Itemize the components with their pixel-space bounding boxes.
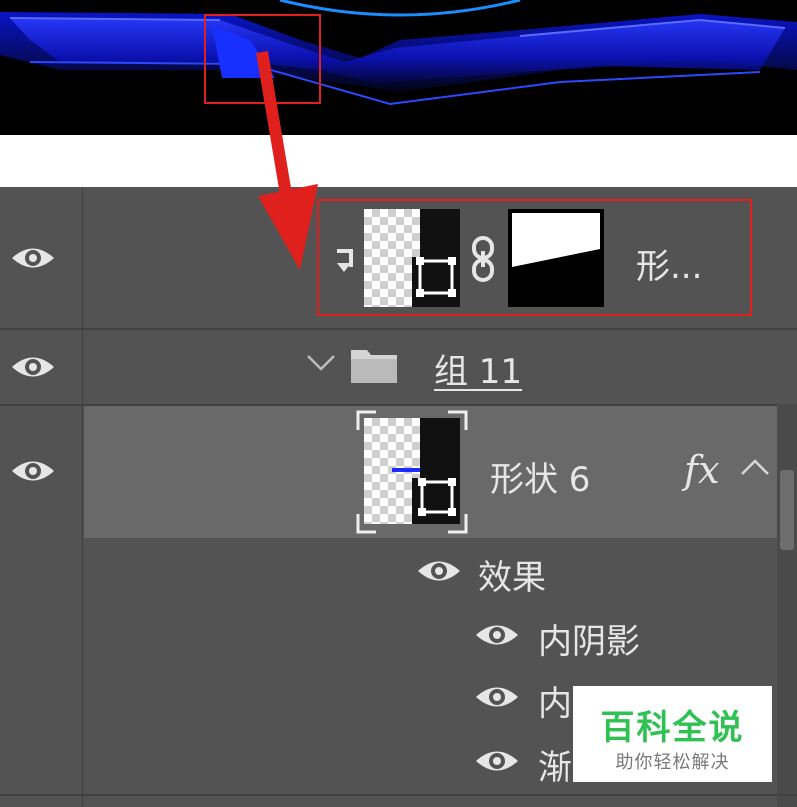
eye-icon[interactable] bbox=[474, 620, 520, 650]
chevron-up-icon[interactable] bbox=[740, 458, 770, 476]
effect-item-row[interactable]: 内阴影 bbox=[0, 604, 797, 666]
layer-name[interactable]: 形状 6 bbox=[490, 452, 590, 501]
selection-corners-icon bbox=[356, 410, 468, 534]
eye-icon[interactable] bbox=[10, 352, 56, 382]
row-divider bbox=[0, 794, 797, 796]
layer-row-group[interactable]: 组 11 bbox=[0, 330, 797, 404]
effect-item-label[interactable]: 渐 bbox=[538, 740, 572, 789]
watermark-title: 百科全说 bbox=[600, 708, 745, 748]
watermark-badge: 百科全说 助你轻松解决 bbox=[573, 686, 772, 782]
effects-header: 效果 bbox=[478, 558, 546, 598]
blue-shape-artwork bbox=[0, 0, 797, 135]
separator-space bbox=[0, 135, 797, 187]
canvas-preview bbox=[0, 0, 797, 135]
group-name[interactable]: 组 11 bbox=[434, 344, 522, 393]
eye-icon[interactable] bbox=[10, 243, 56, 273]
eye-icon[interactable] bbox=[474, 682, 520, 712]
eye-icon[interactable] bbox=[474, 746, 520, 776]
folder-icon bbox=[350, 346, 398, 384]
effect-item-label[interactable]: 内阴影 bbox=[538, 614, 640, 663]
layer-highlight-box bbox=[317, 199, 752, 316]
eye-icon[interactable] bbox=[10, 456, 56, 486]
watermark-subtitle: 助你轻松解决 bbox=[615, 752, 730, 773]
chevron-down-icon[interactable] bbox=[306, 354, 336, 372]
layer-row-clipped[interactable]: 形... bbox=[0, 187, 797, 329]
canvas-highlight-box bbox=[204, 14, 321, 104]
fx-icon[interactable]: fx bbox=[684, 448, 720, 492]
eye-icon[interactable] bbox=[416, 556, 462, 586]
layer-row-shape[interactable]: 形状 6 fx bbox=[0, 406, 797, 538]
scrollbar-thumb[interactable] bbox=[780, 470, 794, 550]
effects-row[interactable]: 效果 bbox=[0, 540, 797, 602]
